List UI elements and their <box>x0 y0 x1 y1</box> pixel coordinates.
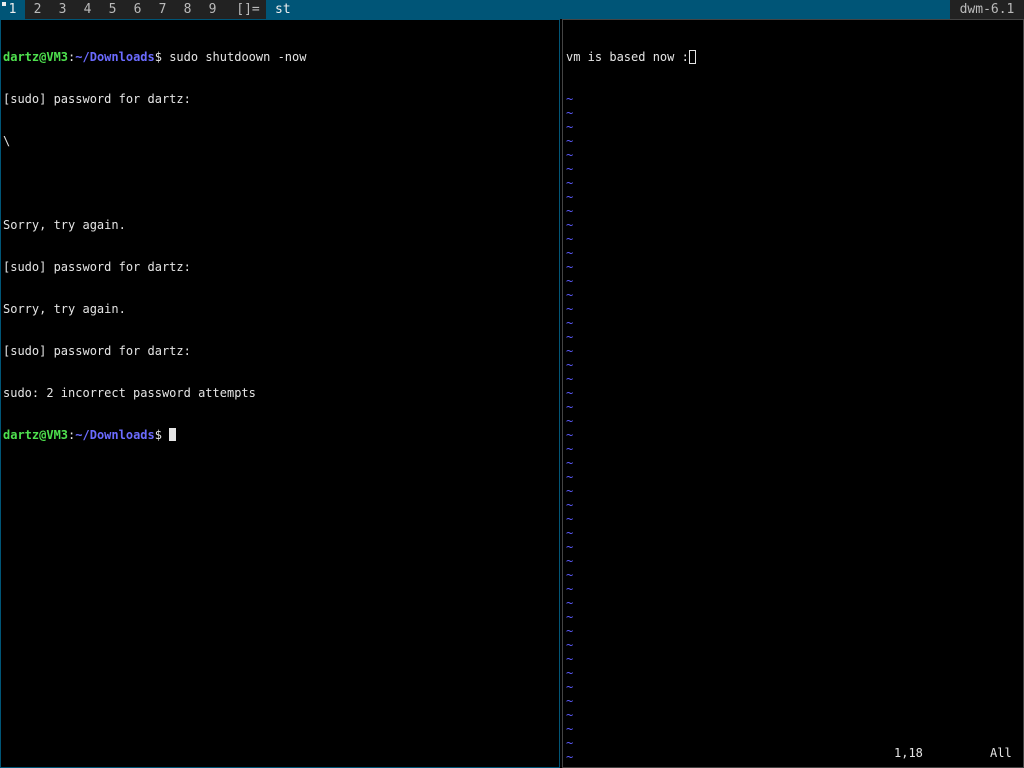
tag-1-button[interactable]: 1 <box>0 0 25 19</box>
output-line: sudo: 2 incorrect password attempts <box>3 386 256 400</box>
vim-text-line[interactable]: vm is based now : <box>566 50 1023 64</box>
vim-tilde-line: ~ <box>566 232 574 246</box>
vim-empty-lines: ~ ~ ~ ~ ~ ~ ~ ~ ~ ~ ~ ~ ~ ~ ~ ~ ~ ~ ~ ~ ~ ~ ~ ~ ~ ~ ~ ~ ~ ~ ~ ~ ~ ~ ~ ~ ~ ~ ~ ~… <box>566 92 1023 767</box>
output-line: [sudo] password for dartz: <box>3 260 191 274</box>
vim-tilde-line: ~ <box>566 666 574 680</box>
vim-cursor <box>688 50 696 64</box>
vim-tilde-line: ~ <box>566 638 574 652</box>
vim-tilde-line: ~ <box>566 694 574 708</box>
vim-tilde-line: ~ <box>566 386 574 400</box>
vim-tilde-line: ~ <box>566 764 1023 767</box>
vim-tilde-line: ~ <box>566 568 574 582</box>
tag-label: 2 <box>33 2 42 17</box>
vim-tilde-line: ~ <box>566 190 574 204</box>
current-prompt-line[interactable]: dartz@VM3:~/Downloads$ <box>3 428 559 442</box>
layout-symbol[interactable]: []= <box>230 0 266 19</box>
vim-tilde-line: ~ <box>566 456 574 470</box>
vim-tilde-line: ~ <box>566 148 574 162</box>
vim-tilde-line: ~ <box>566 120 574 134</box>
vim-tilde-line: ~ <box>566 302 574 316</box>
tag-6-button[interactable]: 6 <box>125 0 150 19</box>
vim-tilde-line: ~ <box>566 330 574 344</box>
prompt-user-host: dartz@VM3 <box>3 50 69 64</box>
status-text: dwm-6.1 <box>950 0 1024 19</box>
terminal-pane[interactable]: dartz@VM3:~/Downloads$ sudo shutdoown -n… <box>0 19 560 768</box>
tag-label: 8 <box>183 2 192 17</box>
vim-tilde-line: ~ <box>566 246 574 260</box>
output-line: [sudo] password for dartz: <box>3 92 191 106</box>
vim-tilde-line: ~ <box>566 134 574 148</box>
prompt-symbol: $ <box>154 428 170 442</box>
tag-5-button[interactable]: 5 <box>100 0 125 19</box>
vim-ruler: 1,18 All <box>563 746 1023 760</box>
vim-pane[interactable]: vm is based now : ~ ~ ~ ~ ~ ~ ~ ~ ~ ~ ~ ~ ~ ~ ~ ~ ~ ~ ~ ~ ~ ~… <box>562 19 1024 768</box>
output-line: [sudo] password for dartz: <box>3 344 191 358</box>
tag-label: 6 <box>133 2 142 17</box>
vim-tilde-line: ~ <box>566 596 574 610</box>
tag-4-button[interactable]: 4 <box>75 0 100 19</box>
vim-tilde-line: ~ <box>566 498 574 512</box>
output-line: Sorry, try again. <box>3 302 126 316</box>
vim-tilde-line: ~ <box>566 442 574 456</box>
vim-tilde-line: ~ <box>566 722 574 736</box>
dwm-status-bar: 1 2 3 4 5 6 7 8 9 []= st dwm-6.1 <box>0 0 1024 19</box>
prompt-symbol: $ <box>154 50 170 64</box>
prompt-path: ~/Downloads <box>75 428 155 442</box>
tag-label: 1 <box>8 2 17 17</box>
vim-tilde-line: ~ <box>566 428 574 442</box>
vim-tilde-line: ~ <box>566 288 574 302</box>
command-line: dartz@VM3:~/Downloads$ sudo shutdoown -n… <box>3 50 559 64</box>
tag-label: 7 <box>158 2 167 17</box>
tag-label: 3 <box>58 2 67 17</box>
vim-cursor-position: 1,18 <box>894 746 923 760</box>
vim-tilde-line: ~ <box>566 610 574 624</box>
vim-tilde-line: ~ <box>566 624 574 638</box>
vim-tilde-line: ~ <box>566 218 574 232</box>
tag-8-button[interactable]: 8 <box>175 0 200 19</box>
vim-tilde-line: ~ <box>566 260 574 274</box>
vim-tilde-line: ~ <box>566 358 574 372</box>
tag-2-button[interactable]: 2 <box>25 0 50 19</box>
vim-tilde-line: ~ <box>566 582 574 596</box>
tag-7-button[interactable]: 7 <box>150 0 175 19</box>
vim-line-text: vm is based now : <box>566 50 689 64</box>
vim-tilde-line: ~ <box>566 512 574 526</box>
vim-tilde-line: ~ <box>566 680 574 694</box>
output-line: Sorry, try again. <box>3 218 126 232</box>
vim-tilde-line: ~ <box>566 162 574 176</box>
tag-9-button[interactable]: 9 <box>200 0 225 19</box>
command-text: sudo shutdoown -now <box>169 50 307 64</box>
vim-tilde-line: ~ <box>566 526 574 540</box>
output-line: \ <box>3 134 11 148</box>
vim-tilde-line: ~ <box>566 470 574 484</box>
vim-tilde-line: ~ <box>566 652 574 666</box>
vim-tilde-line: ~ <box>566 344 574 358</box>
vim-tilde-line: ~ <box>566 204 574 218</box>
terminal-cursor <box>169 428 177 441</box>
vim-tilde-line: ~ <box>566 414 574 428</box>
window-title[interactable]: st <box>266 0 950 19</box>
tag-label: 5 <box>108 2 117 17</box>
vim-tilde-line: ~ <box>566 106 574 120</box>
tag-3-button[interactable]: 3 <box>50 0 75 19</box>
vim-tilde-line: ~ <box>566 176 574 190</box>
vim-tilde-line: ~ <box>566 540 574 554</box>
vim-tilde-line: ~ <box>566 484 574 498</box>
tag-occupied-indicator <box>2 2 6 6</box>
tag-label: 9 <box>208 2 217 17</box>
tag-label: 4 <box>83 2 92 17</box>
prompt-path: ~/Downloads <box>75 50 155 64</box>
vim-tilde-line: ~ <box>566 400 574 414</box>
vim-scroll-indicator: All <box>990 746 1012 760</box>
vim-tilde-line: ~ <box>566 274 574 288</box>
vim-tilde-line: ~ <box>566 372 574 386</box>
vim-tilde-line: ~ <box>566 708 574 722</box>
vim-tilde-line: ~ <box>566 554 574 568</box>
vim-tilde-line: ~ <box>566 92 574 106</box>
prompt-user-host: dartz@VM3 <box>3 428 69 442</box>
vim-tilde-line: ~ <box>566 316 574 330</box>
